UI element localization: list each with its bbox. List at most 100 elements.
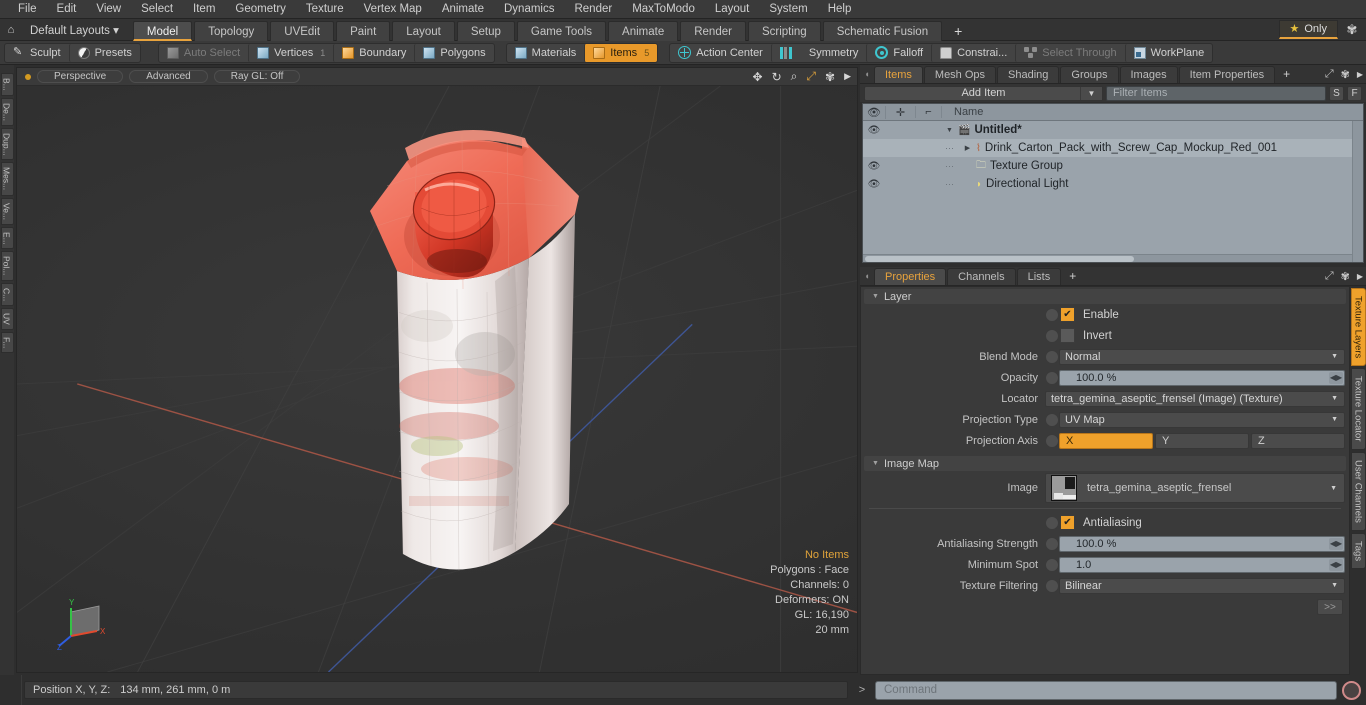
table-row[interactable]: 👁 ⋯ ◗ Directional Light bbox=[863, 175, 1363, 193]
tab-setup[interactable]: Setup bbox=[456, 20, 515, 41]
expand-icon[interactable]: ⤢ bbox=[1325, 270, 1334, 283]
left-rail-tab-polygon[interactable]: Pol... bbox=[0, 251, 14, 281]
section-image-map[interactable]: ▼ Image Map bbox=[864, 456, 1346, 471]
blend-mode-dropdown[interactable]: Normal bbox=[1059, 348, 1345, 365]
menu-item-edit[interactable]: Edit bbox=[47, 0, 87, 19]
left-rail-tab-curve[interactable]: C... bbox=[0, 282, 14, 306]
row-visibility-toggle[interactable]: 👁 bbox=[863, 161, 885, 172]
viewport-raygl-toggle[interactable]: Ray GL: Off bbox=[213, 70, 301, 83]
auto-select-button[interactable]: Auto Select bbox=[159, 44, 248, 62]
tab-shading[interactable]: Shading bbox=[997, 66, 1060, 83]
tab-animate[interactable]: Animate bbox=[608, 20, 679, 41]
home-icon[interactable]: ⌂ bbox=[0, 24, 22, 36]
antialiasing-anim-dot[interactable] bbox=[1045, 515, 1059, 530]
projection-axis-anim-dot[interactable] bbox=[1045, 433, 1059, 448]
viewport-shading-advanced[interactable]: Advanced bbox=[129, 70, 208, 83]
move-icon[interactable]: ✥ bbox=[753, 70, 763, 84]
tab-images[interactable]: Images bbox=[1119, 66, 1178, 83]
menu-item-maxtomodo[interactable]: MaxToModo bbox=[622, 0, 705, 19]
row-visibility-toggle[interactable]: 👁 bbox=[863, 125, 885, 136]
left-rail-tab-edge[interactable]: E... bbox=[0, 226, 14, 250]
chevron-right-icon[interactable]: ▶ bbox=[1357, 70, 1363, 79]
items-tree-vertical-scrollbar[interactable] bbox=[1352, 121, 1363, 262]
rotate-icon[interactable]: ↻ bbox=[772, 70, 782, 84]
texture-filtering-dropdown[interactable]: Bilinear bbox=[1059, 577, 1345, 594]
side-tab-texture-layers[interactable]: Texture Layers bbox=[1350, 288, 1366, 367]
more-options-button[interactable]: >> bbox=[1317, 599, 1343, 615]
polygons-button[interactable]: Polygons bbox=[414, 43, 493, 62]
side-tab-tags[interactable]: Tags bbox=[1350, 532, 1366, 569]
texture-filtering-anim-dot[interactable] bbox=[1045, 578, 1059, 593]
projection-axis-x[interactable]: X bbox=[1059, 432, 1153, 449]
vertices-button[interactable]: Vertices 1 bbox=[248, 43, 333, 62]
constraint-button[interactable]: Constrai... bbox=[931, 43, 1015, 62]
left-rail-tab-vertex[interactable]: Ve... bbox=[0, 197, 14, 225]
status-bar-handle[interactable] bbox=[0, 675, 22, 705]
antialiasing-control[interactable]: ✔ Antialiasing bbox=[1045, 515, 1142, 530]
menu-item-layout[interactable]: Layout bbox=[705, 0, 760, 19]
command-input[interactable]: Command bbox=[875, 680, 1337, 700]
collapse-caret-icon[interactable]: ▼ bbox=[872, 293, 879, 300]
invert-control[interactable]: Invert bbox=[1045, 328, 1112, 343]
projection-axis-z[interactable]: Z bbox=[1251, 432, 1345, 449]
action-center-button[interactable]: Action Center bbox=[670, 44, 771, 62]
expand-icon[interactable]: ⤢ bbox=[1325, 68, 1334, 81]
axis-gizmo[interactable]: Y X Z bbox=[57, 594, 117, 650]
falloff-button[interactable]: Falloff bbox=[866, 43, 931, 62]
menu-item-system[interactable]: System bbox=[759, 0, 817, 19]
menu-item-dynamics[interactable]: Dynamics bbox=[494, 0, 564, 19]
menu-item-render[interactable]: Render bbox=[564, 0, 622, 19]
tab-paint[interactable]: Paint bbox=[336, 20, 391, 41]
menu-item-geometry[interactable]: Geometry bbox=[225, 0, 296, 19]
tab-layout[interactable]: Layout bbox=[392, 20, 455, 41]
tab-lists[interactable]: Lists bbox=[1016, 268, 1062, 285]
viewport-3d[interactable]: Perspective Advanced Ray GL: Off ✥ ↻ ⌕ ⤢… bbox=[16, 67, 858, 673]
tab-properties[interactable]: Properties bbox=[874, 268, 947, 285]
projection-axis-y[interactable]: Y bbox=[1155, 432, 1249, 449]
sculpt-button[interactable]: ✎ Sculpt bbox=[5, 44, 69, 62]
workplane-button[interactable]: WorkPlane bbox=[1124, 43, 1213, 62]
enable-anim-dot[interactable] bbox=[1045, 307, 1059, 322]
tab-model[interactable]: Model bbox=[132, 20, 193, 41]
opacity-spinner-icon[interactable]: ◀▶ bbox=[1329, 371, 1343, 384]
viewport-mode-perspective[interactable]: Perspective bbox=[37, 70, 124, 83]
tab-game-tools[interactable]: Game Tools bbox=[516, 20, 607, 41]
left-rail-tab-basic[interactable]: B... bbox=[0, 73, 14, 96]
menu-item-view[interactable]: View bbox=[86, 0, 131, 19]
add-panel-tab-button[interactable]: + bbox=[1276, 66, 1297, 83]
symmetry-button[interactable]: Symmetry bbox=[770, 43, 867, 62]
items-tree[interactable]: 👁 ✛ ⌐ Name 👁 ▼ 🎬 Untitled* ⋯ ▶ ⌇ Drink_C… bbox=[862, 103, 1364, 263]
tab-uvedit[interactable]: UVEdit bbox=[270, 20, 335, 41]
chevron-down-icon[interactable]: ▼ bbox=[1079, 86, 1102, 100]
items-button[interactable]: Items 5 bbox=[584, 43, 658, 62]
table-row[interactable]: ⋯ ▶ ⌇ Drink_Carton_Pack_with_Screw_Cap_M… bbox=[863, 139, 1363, 157]
select-through-button[interactable]: Select Through bbox=[1015, 43, 1124, 62]
add-item-button[interactable]: Add Item ▼ bbox=[864, 85, 1103, 101]
tab-channels[interactable]: Channels bbox=[947, 268, 1016, 285]
menu-item-item[interactable]: Item bbox=[183, 0, 225, 19]
left-rail-tab-deform[interactable]: De... bbox=[0, 97, 14, 126]
only-toggle-button[interactable]: ★ Only bbox=[1278, 20, 1338, 39]
boundary-button[interactable]: Boundary bbox=[333, 43, 414, 62]
zoom-icon[interactable]: ⌕ bbox=[791, 69, 798, 84]
fit-icon[interactable]: ⤢ bbox=[806, 69, 816, 84]
tab-topology[interactable]: Topology bbox=[194, 20, 269, 41]
table-row[interactable]: 👁 ▼ 🎬 Untitled* bbox=[863, 121, 1363, 139]
tab-mesh-ops[interactable]: Mesh Ops bbox=[923, 66, 997, 83]
menu-item-vertex-map[interactable]: Vertex Map bbox=[354, 0, 432, 19]
image-selector[interactable]: tetra_gemina_aseptic_frensel bbox=[1045, 473, 1345, 503]
menu-item-animate[interactable]: Animate bbox=[432, 0, 494, 19]
side-tab-user-channels[interactable]: User Channels bbox=[1350, 451, 1366, 531]
row-visibility-toggle[interactable]: 👁 bbox=[863, 179, 885, 190]
minimum-spot-anim-dot[interactable] bbox=[1045, 557, 1059, 572]
panel-menu-dot-icon[interactable]: ◖ bbox=[860, 266, 874, 285]
left-rail-tab-fusion[interactable]: F... bbox=[0, 331, 14, 354]
locator-dropdown[interactable]: tetra_gemina_aseptic_frensel (Image) (Te… bbox=[1045, 390, 1345, 407]
panel-menu-dot-icon[interactable]: ◖ bbox=[860, 64, 874, 83]
tab-items[interactable]: Items bbox=[874, 66, 923, 83]
left-rail-tab-mesh[interactable]: Mes... bbox=[0, 162, 14, 196]
minimum-spot-slider[interactable]: 1.0 ◀▶ bbox=[1059, 556, 1345, 573]
tab-item-properties[interactable]: Item Properties bbox=[1178, 66, 1276, 83]
play-icon[interactable]: ▶ bbox=[844, 71, 851, 82]
invert-checkbox[interactable] bbox=[1060, 328, 1075, 343]
